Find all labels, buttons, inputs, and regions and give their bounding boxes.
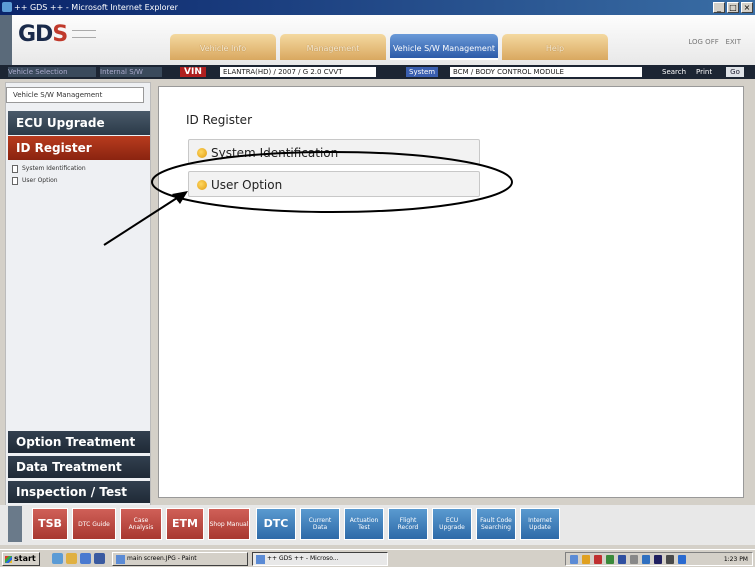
- case-analysis-button[interactable]: Case Analysis: [120, 508, 162, 540]
- taskbar-item-gds[interactable]: ++ GDS ++ - Microso...: [252, 552, 388, 566]
- annotation-overlay: [103, 151, 513, 246]
- clock: 1:23 PM: [723, 556, 748, 563]
- task-label: main screen.JPG - Paint: [127, 555, 197, 562]
- volume-icon[interactable]: [666, 555, 674, 564]
- taskbar-item-paint[interactable]: main screen.JPG - Paint: [112, 552, 248, 566]
- start-button[interactable]: start: [2, 552, 40, 566]
- dtc-guide-button[interactable]: DTC Guide: [72, 508, 116, 540]
- task-label: ++ GDS ++ - Microso...: [267, 555, 339, 562]
- media-quicklaunch-icon[interactable]: [94, 553, 105, 564]
- paint-icon: [116, 555, 125, 564]
- tray-app-icon[interactable]: [618, 555, 626, 564]
- toolbar-side-strip: [8, 506, 22, 542]
- internet-update-button[interactable]: Internet Update: [520, 508, 560, 540]
- tray-app-icon[interactable]: [654, 555, 662, 564]
- taskbar: start main screen.JPG - Paint ++ GDS ++ …: [0, 549, 755, 567]
- dtc-button[interactable]: DTC: [256, 508, 296, 540]
- ie-quicklaunch-icon[interactable]: [52, 553, 63, 564]
- shop-manual-button[interactable]: Shop Manual: [208, 508, 250, 540]
- tray-app-icon[interactable]: [630, 555, 638, 564]
- annotation-arrow-line: [103, 195, 181, 246]
- folder-quicklaunch-icon[interactable]: [66, 553, 77, 564]
- network-icon[interactable]: [570, 555, 578, 564]
- tray-app-icon[interactable]: [594, 555, 602, 564]
- tray-app-icon[interactable]: [642, 555, 650, 564]
- windows-logo-icon: [5, 556, 12, 563]
- actuation-test-button[interactable]: Actuation Test: [344, 508, 384, 540]
- system-tray: 1:23 PM: [565, 552, 753, 566]
- highlight-ellipse: [151, 151, 513, 213]
- ie-icon: [256, 555, 265, 564]
- tray-app-icon[interactable]: [606, 555, 614, 564]
- tray-app-icon[interactable]: [678, 555, 686, 564]
- tsb-button[interactable]: TSB: [32, 508, 68, 540]
- etm-button[interactable]: ETM: [166, 508, 204, 540]
- app-window: ++ GDS ++ - Microsoft Internet Explorer …: [0, 0, 755, 567]
- tray-app-icon[interactable]: [582, 555, 590, 564]
- current-data-button[interactable]: Current Data: [300, 508, 340, 540]
- ecu-upgrade-button[interactable]: ECU Upgrade: [432, 508, 472, 540]
- start-label: start: [14, 554, 36, 563]
- fault-code-searching-button[interactable]: Fault Code Searching: [476, 508, 516, 540]
- flight-record-button[interactable]: Flight Record: [388, 508, 428, 540]
- desktop-quicklaunch-icon[interactable]: [80, 553, 91, 564]
